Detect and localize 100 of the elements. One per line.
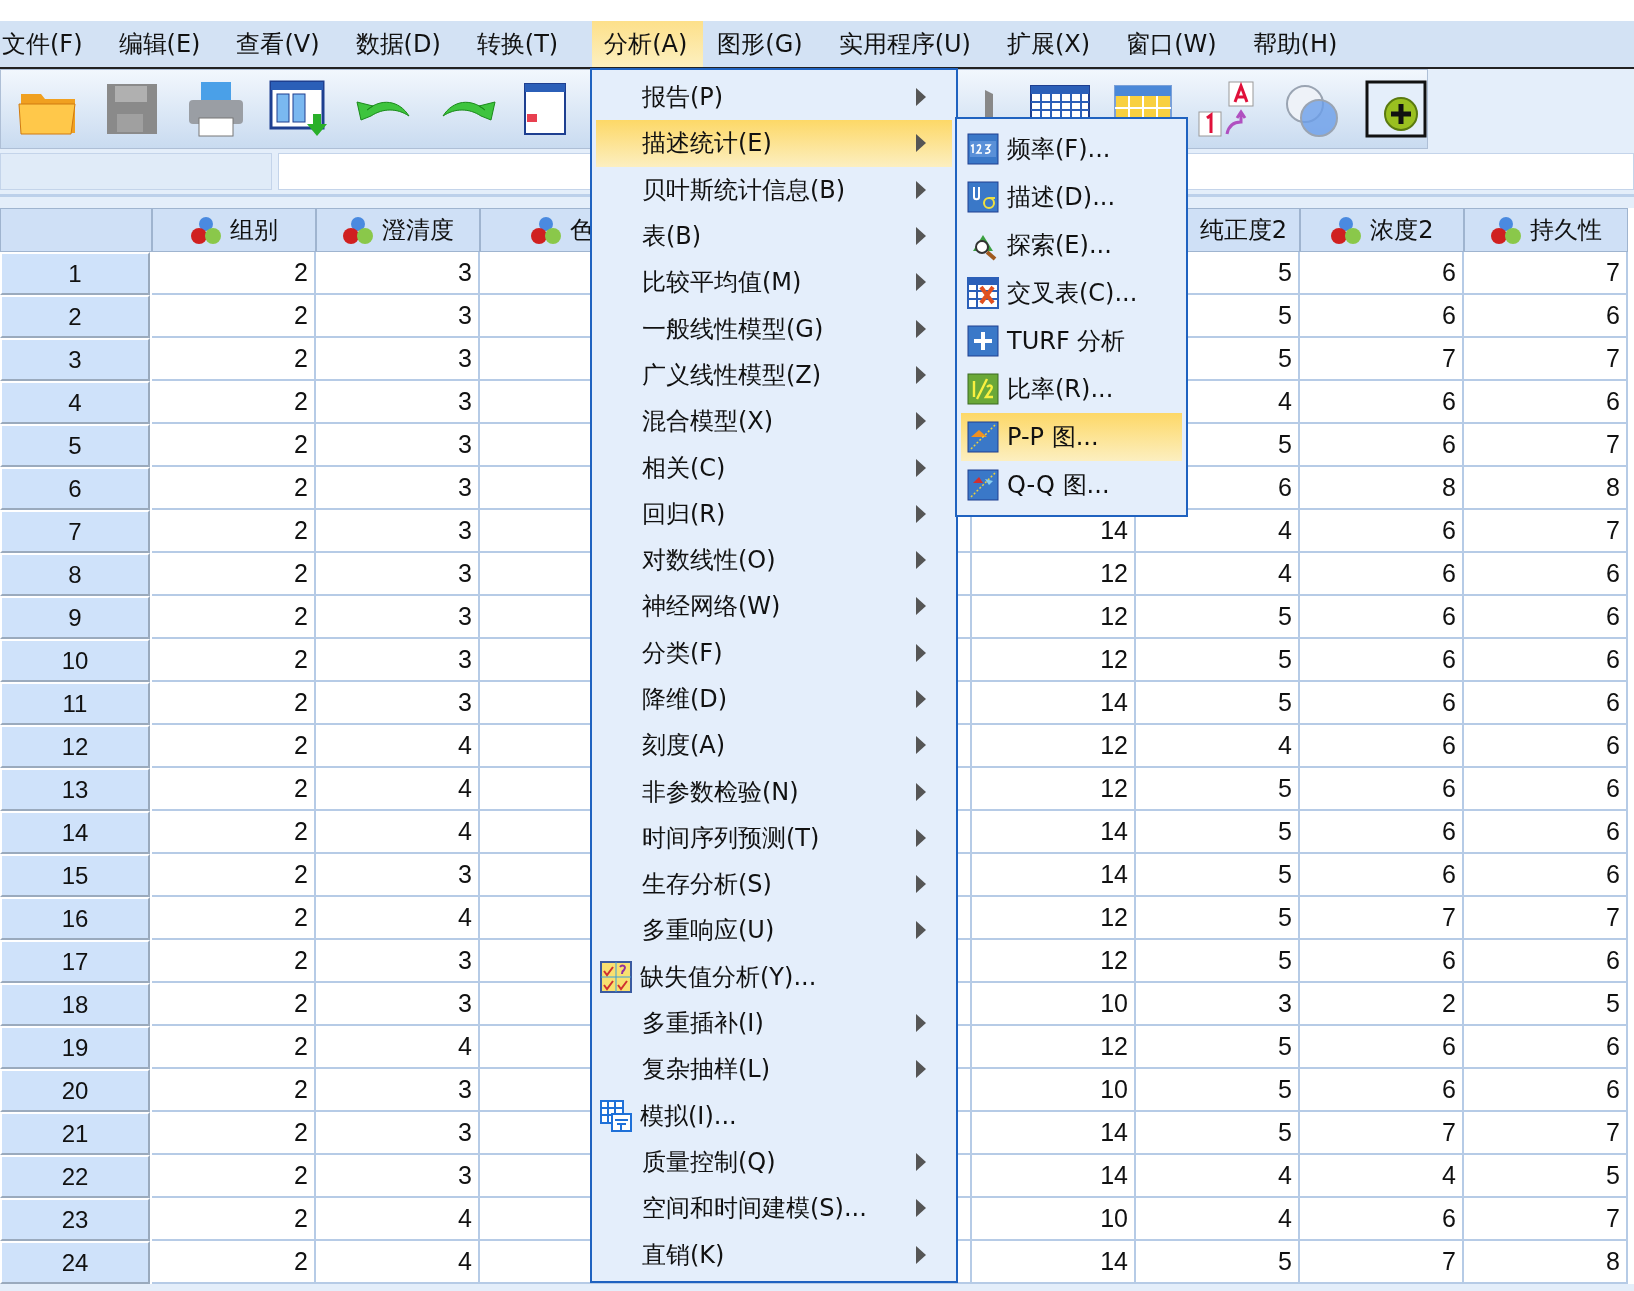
menu-item[interactable]: 多重插补(I) xyxy=(596,999,952,1047)
menu-item[interactable]: 混合模型(X) xyxy=(596,398,952,445)
row-number[interactable]: 11 xyxy=(0,682,150,725)
column-header[interactable]: 组别 xyxy=(152,208,316,252)
column-header[interactable]: 浓度2 xyxy=(1300,208,1464,252)
menu-item[interactable]: 文件(F) xyxy=(0,21,105,67)
table-cell: 6 xyxy=(1300,596,1464,639)
table-cell: 3 xyxy=(316,1155,480,1198)
menu-item[interactable]: 描述统计(E) xyxy=(596,120,952,167)
table-cell: 3 xyxy=(316,940,480,983)
row-number[interactable]: 19 xyxy=(0,1026,150,1069)
row-number[interactable]: 18 xyxy=(0,983,150,1026)
menu-item[interactable]: 分析(A) xyxy=(592,21,704,67)
menu-item[interactable]: 转换(T) xyxy=(474,21,581,67)
table-cell: 7 xyxy=(1464,897,1628,940)
menu-item[interactable]: 缺失值分析(Y)... xyxy=(596,953,952,1000)
row-number[interactable]: 21 xyxy=(0,1112,150,1155)
row-number[interactable]: 4 xyxy=(0,381,150,424)
menu-item[interactable]: 窗口(W) xyxy=(1124,21,1239,67)
table-cell: 7 xyxy=(1300,1112,1464,1155)
table-cell: 12 xyxy=(972,639,1136,682)
table-cell: 2 xyxy=(152,424,316,467)
menu-item[interactable]: 相关(C) xyxy=(596,444,952,491)
table-cell: 12 xyxy=(972,596,1136,639)
menu-item[interactable]: 时间序列预测(T) xyxy=(596,814,952,862)
row-number[interactable]: 15 xyxy=(0,854,150,897)
table-cell: 5 xyxy=(1136,682,1300,725)
table-cell: 4 xyxy=(316,725,480,768)
table-cell: 3 xyxy=(316,510,480,553)
menu-item[interactable]: 非参数检验(N) xyxy=(596,768,952,815)
menu-item[interactable]: 帮助(H) xyxy=(1250,21,1360,67)
table-cell: 4 xyxy=(1136,510,1300,553)
row-number[interactable]: 3 xyxy=(0,338,150,381)
table-cell: 12 xyxy=(972,897,1136,940)
row-number[interactable]: 5 xyxy=(0,424,150,467)
menu-item[interactable]: 实用程序(U) xyxy=(836,21,993,67)
menu-item[interactable]: 查看(V) xyxy=(234,21,342,67)
row-number[interactable]: 1 xyxy=(0,252,150,295)
row-number[interactable]: 8 xyxy=(0,553,150,596)
table-cell: 6 xyxy=(1300,1198,1464,1241)
table-cell: 3 xyxy=(316,682,480,725)
menu-item[interactable]: 质量控制(Q) xyxy=(596,1138,952,1186)
row-number[interactable]: 13 xyxy=(0,768,150,811)
menu-item[interactable]: 一般线性模型(G) xyxy=(596,305,952,352)
menu-item[interactable]: 多重响应(U) xyxy=(596,907,952,954)
table-cell: 4 xyxy=(1300,1155,1464,1198)
table-cell: 2 xyxy=(152,768,316,811)
menu-item[interactable]: 复杂抽样(L) xyxy=(596,1046,952,1093)
menu-item[interactable]: 编辑(E) xyxy=(116,21,223,67)
column-label: 纯正度2 xyxy=(1199,215,1287,246)
table-cell: 5 xyxy=(1136,639,1300,682)
table-cell: 6 xyxy=(1300,510,1464,553)
menu-item[interactable]: 直销(K) xyxy=(596,1231,952,1278)
row-number[interactable]: 12 xyxy=(0,725,150,768)
table-cell: 2 xyxy=(152,1241,316,1284)
table-cell: 6 xyxy=(1464,295,1628,338)
row-number[interactable]: 6 xyxy=(0,467,150,510)
table-cell: 6 xyxy=(1464,768,1628,811)
row-number[interactable]: 24 xyxy=(0,1241,150,1284)
menu-item[interactable]: 分类(F) xyxy=(596,629,952,676)
menu-item[interactable]: 生存分析(S) xyxy=(596,861,952,908)
menu-item[interactable]: 刻度(A) xyxy=(596,722,952,769)
row-number[interactable]: 20 xyxy=(0,1069,150,1112)
table-cell: 6 xyxy=(1300,1069,1464,1112)
row-number[interactable]: 22 xyxy=(0,1155,150,1198)
table-cell: 3 xyxy=(316,338,480,381)
menu-item[interactable]: 神经网络(W) xyxy=(596,583,952,630)
menu-item[interactable]: 扩展(X) xyxy=(1004,21,1113,67)
row-number[interactable]: 9 xyxy=(0,596,150,639)
row-number[interactable]: 16 xyxy=(0,897,150,940)
table-cell: 2 xyxy=(152,983,316,1026)
menu-item[interactable]: 比较平均值(M) xyxy=(596,259,952,306)
menu-item[interactable]: 广义线性模型(Z) xyxy=(596,351,952,399)
row-number[interactable]: 14 xyxy=(0,811,150,854)
table-cell: 2 xyxy=(152,854,316,897)
row-number[interactable]: 2 xyxy=(0,295,150,338)
menu-item[interactable]: 图形(G) xyxy=(715,21,825,67)
table-cell: 4 xyxy=(316,1198,480,1241)
table-cell: 4 xyxy=(316,1241,480,1284)
row-number[interactable]: 23 xyxy=(0,1198,150,1241)
table-cell: 2 xyxy=(152,897,316,940)
table-cell: 5 xyxy=(1136,854,1300,897)
column-header[interactable]: 持久性 xyxy=(1464,208,1628,252)
menu-item[interactable]: 数据(D) xyxy=(353,21,463,67)
row-number[interactable]: 7 xyxy=(0,510,150,553)
menu-item[interactable]: 对数线性(O) xyxy=(596,536,952,584)
menu-item[interactable]: 频率(F)... xyxy=(961,125,1182,173)
table-cell: 7 xyxy=(1464,510,1628,553)
table-cell: 12 xyxy=(972,1026,1136,1069)
menu-item[interactable]: 空间和时间建模(S)... xyxy=(596,1185,952,1232)
menu-item[interactable]: 降维(D) xyxy=(596,675,952,723)
row-number[interactable]: 10 xyxy=(0,639,150,682)
table-cell: 3 xyxy=(316,553,480,596)
menu-item[interactable]: 回归(R) xyxy=(596,490,952,537)
table-cell: 6 xyxy=(1300,553,1464,596)
row-number[interactable]: 17 xyxy=(0,940,150,983)
menu-item[interactable]: 模拟(I)... xyxy=(596,1092,952,1139)
menu-item[interactable]: 报告(P) xyxy=(596,74,952,121)
menu-item[interactable]: P-P 图... xyxy=(961,413,1182,461)
column-header[interactable]: 澄清度 xyxy=(316,208,480,252)
